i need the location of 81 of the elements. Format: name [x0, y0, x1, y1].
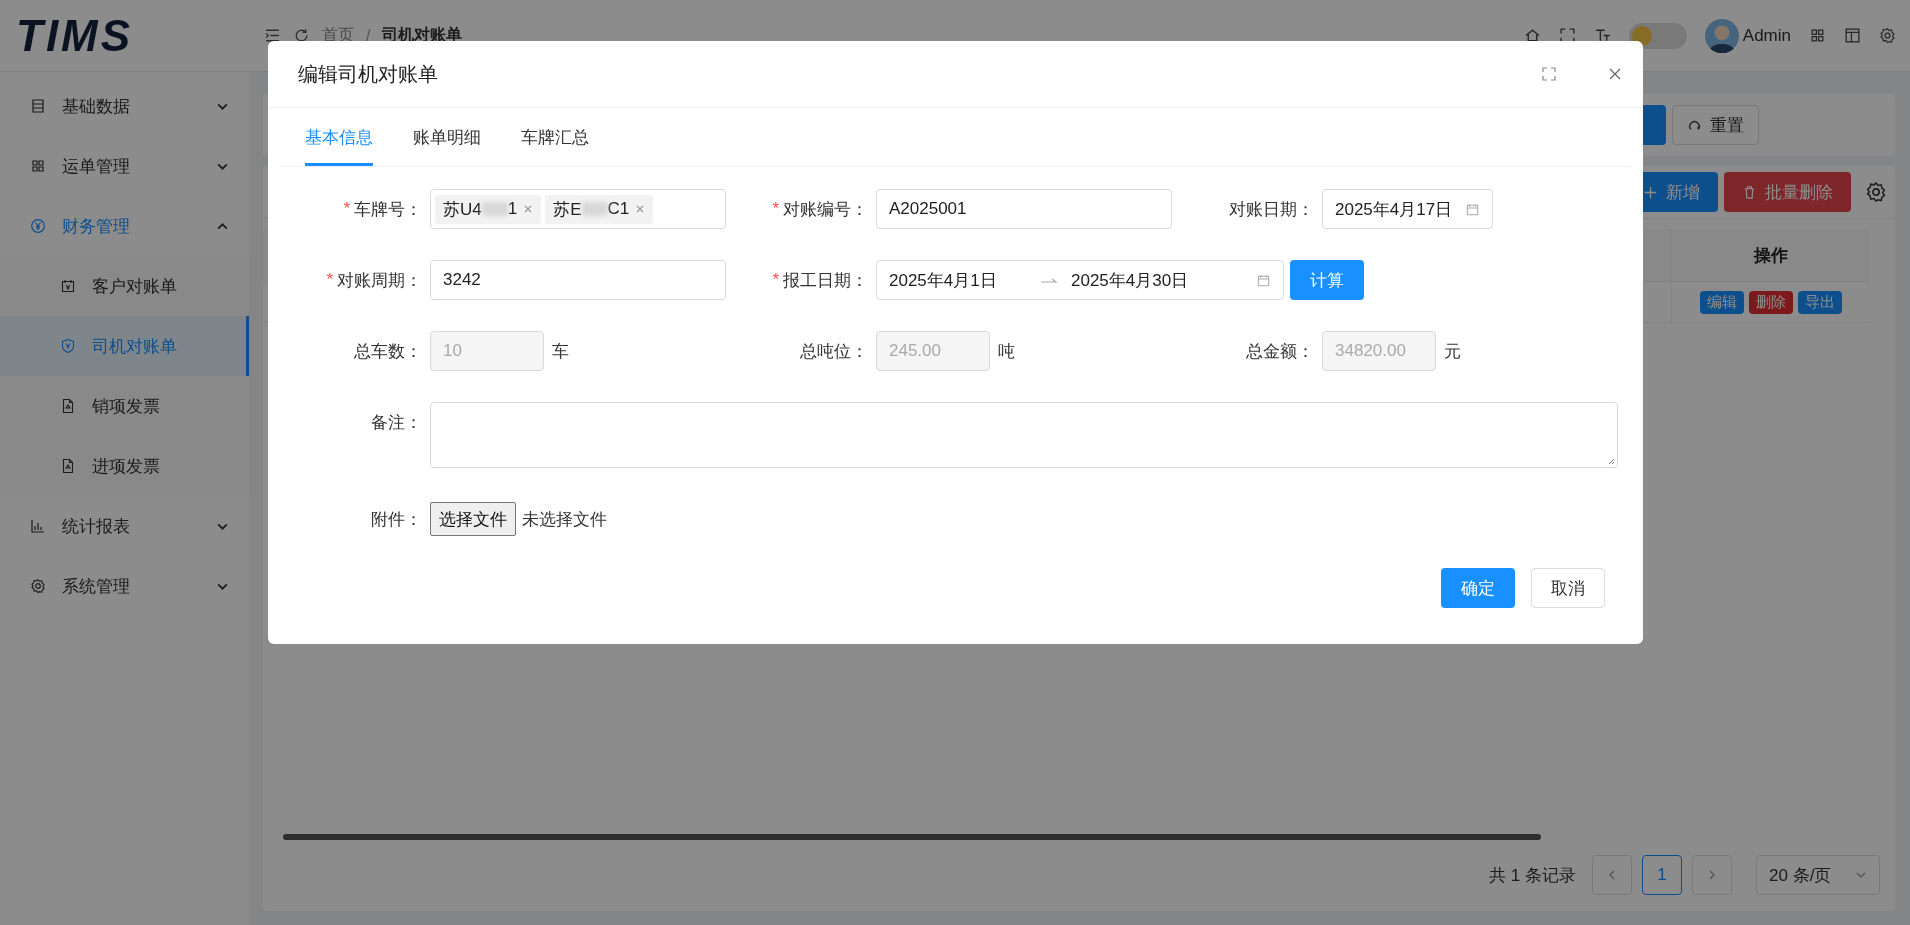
- tab[interactable]: 账单明细: [413, 108, 481, 166]
- layout-icon[interactable]: [1844, 27, 1861, 44]
- calculate-button[interactable]: 计算: [1290, 260, 1364, 300]
- confirm-button[interactable]: 确定: [1441, 568, 1515, 608]
- refresh-icon[interactable]: [293, 27, 310, 44]
- page-size-value: 20 条/页: [1769, 864, 1832, 887]
- menu-item[interactable]: 运单管理: [0, 136, 249, 196]
- required-mark: *: [326, 270, 333, 290]
- choose-file-button[interactable]: 选择文件: [430, 502, 516, 536]
- plate-tag[interactable]: 苏U4 1: [435, 194, 542, 224]
- fullscreen-icon[interactable]: [1558, 27, 1576, 44]
- close-icon[interactable]: [635, 204, 646, 214]
- resize-grip-icon[interactable]: [1607, 457, 1615, 465]
- user-name[interactable]: Admin: [1742, 25, 1791, 46]
- grid-icon: [30, 158, 46, 174]
- theme-switch[interactable]: [1628, 22, 1687, 49]
- chart-icon: [30, 518, 46, 534]
- logo: TIMS: [15, 10, 135, 61]
- menu-icon[interactable]: [264, 27, 281, 44]
- field-label: 报工日期：: [783, 269, 868, 292]
- input-field[interactable]: 3242: [430, 260, 726, 300]
- required-mark: *: [772, 270, 779, 290]
- unit-label: 车: [552, 340, 569, 363]
- submenu-item[interactable]: 客户对账单: [0, 256, 249, 316]
- menu-item[interactable]: 系统管理: [0, 556, 249, 616]
- required-mark: *: [772, 199, 779, 219]
- list-icon: [30, 98, 46, 114]
- field-label: 对账周期：: [337, 269, 422, 292]
- yen-icon: [30, 218, 46, 234]
- dialog-title: 编辑司机对账单: [298, 61, 439, 87]
- plus-icon: [1643, 184, 1658, 200]
- field-label: 总吨位：: [800, 340, 868, 363]
- settings-icon: [30, 578, 46, 594]
- plate-select[interactable]: 苏U4 1 苏E C1: [430, 189, 726, 229]
- remark-field[interactable]: [430, 402, 1618, 468]
- home-icon[interactable]: [1523, 27, 1541, 44]
- tab[interactable]: 车牌汇总: [521, 108, 589, 166]
- input-field[interactable]: A2025001: [876, 189, 1172, 229]
- document-icon: [60, 398, 76, 414]
- field-label: 对账日期：: [1229, 198, 1314, 221]
- close-icon[interactable]: [1607, 66, 1623, 82]
- calendar-icon: [60, 278, 76, 294]
- menu-item[interactable]: 统计报表: [0, 496, 249, 556]
- plate-tag[interactable]: 苏E C1: [545, 194, 654, 224]
- tab[interactable]: 基本信息: [305, 108, 373, 166]
- date-field[interactable]: 2025年4月17日: [1322, 189, 1493, 229]
- date-range-field[interactable]: 2025年4月1日 2025年4月30日: [876, 260, 1284, 300]
- breadcrumb-separator: /: [366, 26, 371, 45]
- edit-button[interactable]: 编辑: [1700, 290, 1744, 314]
- menu-item[interactable]: 基础数据: [0, 76, 249, 136]
- required-mark: *: [343, 199, 350, 219]
- batch-delete-button[interactable]: 批量删除: [1724, 172, 1851, 212]
- page-size-select[interactable]: 20 条/页: [1756, 855, 1880, 895]
- settings-icon[interactable]: [1865, 181, 1887, 203]
- submenu-item[interactable]: 销项发票: [0, 376, 249, 436]
- field-label: 车牌号：: [354, 198, 422, 221]
- font-size-icon[interactable]: [1593, 27, 1611, 44]
- field-label: 总金额：: [1246, 340, 1314, 363]
- settings-icon[interactable]: [1879, 27, 1896, 44]
- reset-button[interactable]: 重置: [1672, 105, 1759, 145]
- calendar-icon: [1465, 201, 1480, 217]
- field-label: 对账编号：: [783, 198, 868, 221]
- field-label: 总车数：: [354, 340, 422, 363]
- shield-icon: [60, 338, 76, 354]
- close-icon[interactable]: [523, 204, 534, 214]
- column-header: 操作: [1671, 229, 1870, 281]
- unit-label: 元: [1444, 340, 1461, 363]
- submenu-item[interactable]: 进项发票: [0, 436, 249, 496]
- document-icon: [60, 458, 76, 474]
- menu-item[interactable]: 财务管理: [0, 196, 249, 256]
- calendar-icon: [1256, 272, 1271, 288]
- avatar-icon: [1704, 18, 1739, 53]
- record-count: 共 1 条记录: [1489, 864, 1576, 887]
- field-label: 附件：: [371, 508, 422, 531]
- delete-button[interactable]: 删除: [1749, 290, 1793, 314]
- trash-icon: [1742, 184, 1757, 200]
- cancel-button[interactable]: 取消: [1531, 568, 1605, 608]
- field-label: 备注：: [371, 411, 422, 434]
- grid-icon[interactable]: [1809, 27, 1826, 44]
- unit-label: 吨: [998, 340, 1015, 363]
- file-status: 未选择文件: [522, 508, 607, 531]
